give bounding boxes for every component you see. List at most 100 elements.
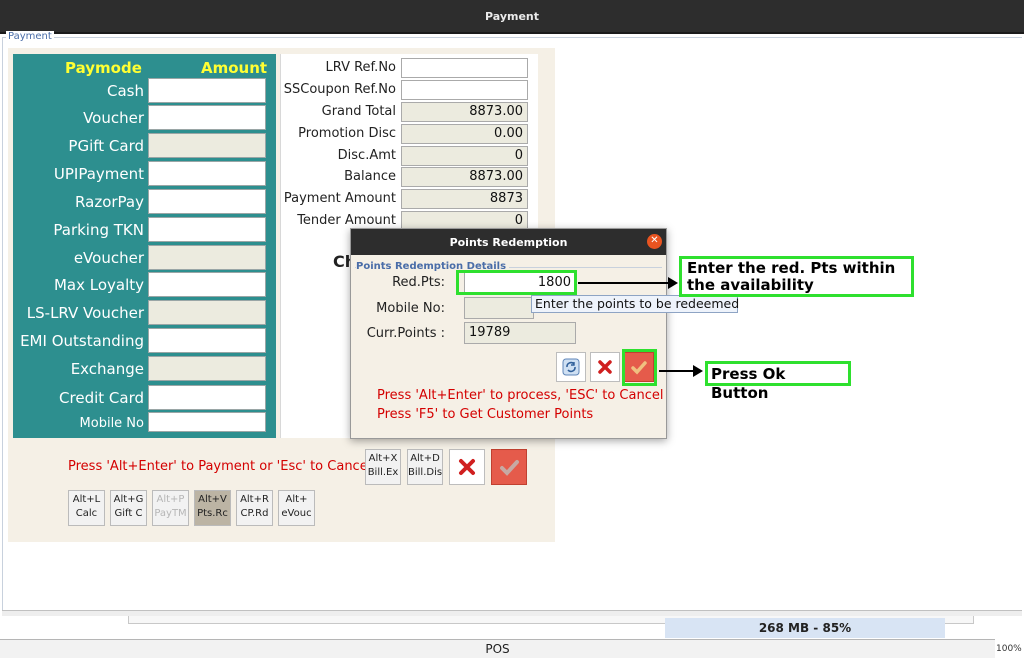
summary-value: 8873.00: [401, 167, 528, 187]
points-redemption-dialog: Points Redemption ✕ Points Redemption De…: [350, 228, 667, 439]
amount-header: Amount: [201, 59, 268, 77]
red-pts-tooltip: Enter the points to be redeemed: [531, 295, 739, 313]
dialog-hint-f5: Press 'F5' to Get Customer Points: [377, 407, 594, 422]
red-pts-highlight: [456, 270, 577, 295]
bill-discount-label: Bill.Dis: [408, 467, 443, 478]
zoom-level: 100%: [996, 644, 1022, 654]
paymode-label: PGift Card: [68, 137, 144, 155]
bill-discount-key: Alt+D: [410, 453, 440, 464]
paymode-amount-input[interactable]: [148, 217, 266, 242]
summary-value: 8873: [401, 189, 528, 209]
paymode-panel: Paymode Amount Cash Voucher PGift Card UPIP…: [13, 54, 276, 438]
panel-bottom-border: [2, 610, 1022, 616]
paymode-amount-input[interactable]: [148, 272, 266, 297]
arrow-head-2: [693, 365, 703, 377]
summary-label: Tender Amount: [297, 213, 396, 228]
summary-value: 8873.00: [401, 102, 528, 122]
shortcut-key: Alt+R: [240, 494, 269, 505]
paymode-amount-input[interactable]: [148, 161, 266, 186]
paymode-amount-input[interactable]: [148, 245, 266, 270]
paymode-amount-input[interactable]: [148, 189, 266, 214]
status-bar: POS: [0, 639, 995, 658]
arrow-line-1: [578, 282, 669, 284]
summary-value: 0: [401, 146, 528, 166]
panel-border-top: [2, 37, 1022, 38]
shortcut-button[interactable]: Alt+P PayTM: [152, 490, 189, 526]
status-app-name: POS: [485, 642, 510, 656]
paymode-amount-input[interactable]: [148, 105, 266, 130]
shortcut-button[interactable]: Alt+R CP.Rd: [236, 490, 273, 526]
paymode-amount-input[interactable]: [148, 133, 266, 158]
panel-border-left: [2, 37, 3, 613]
shortcut-button[interactable]: Alt+V Pts.Rc: [194, 490, 231, 526]
paymode-label: Voucher: [83, 109, 144, 127]
shortcut-label: eVouc: [281, 508, 312, 519]
dialog-close-button[interactable]: ✕: [647, 234, 662, 249]
summary-label: Balance: [344, 169, 396, 184]
shortcut-key: Alt+P: [156, 494, 185, 505]
dialog-cancel-button[interactable]: [590, 352, 620, 382]
red-pts-label: Red.Pts:: [392, 275, 445, 290]
summary-label: Grand Total: [321, 104, 396, 119]
cancel-payment-button[interactable]: [449, 449, 485, 485]
paymode-label: Mobile No: [79, 416, 144, 431]
shortcut-label: CP.Rd: [240, 508, 269, 519]
curr-points-label: Curr.Points :: [366, 326, 445, 341]
summary-input[interactable]: [401, 80, 528, 100]
shortcut-key: Alt+: [285, 494, 308, 505]
shortcut-label: PayTM: [154, 508, 187, 519]
paymode-amount-input[interactable]: [148, 356, 266, 381]
summary-label: Promotion Disc: [298, 126, 396, 141]
mobile-input[interactable]: [464, 297, 534, 319]
memory-indicator: 268 MB - 85%: [665, 618, 945, 638]
paymode-label: LS-LRV Voucher: [26, 304, 144, 322]
paymode-header: Paymode: [65, 59, 142, 77]
paymode-label: EMI Outstanding: [20, 332, 144, 350]
shortcut-label: Calc: [75, 508, 98, 519]
shortcut-label: Gift C: [114, 508, 143, 519]
shortcut-key: Alt+L: [72, 494, 101, 505]
summary-label: LRV Ref.No: [325, 60, 396, 75]
screen: Payment Payment Paymode Amount Cash Vouch…: [0, 0, 1024, 658]
refresh-button[interactable]: [556, 352, 586, 382]
title-bar: Payment: [0, 0, 1024, 34]
callout-ok-button: Press Ok Button: [705, 361, 851, 402]
summary-label: Disc.Amt: [337, 148, 396, 163]
paymode-label: Cash: [107, 82, 144, 100]
bill-discount-button[interactable]: Alt+D Bill.Dis: [407, 449, 443, 485]
summary-input[interactable]: [401, 58, 528, 78]
bill-exchange-button[interactable]: Alt+X Bill.Ex: [365, 449, 401, 485]
paymode-amount-input[interactable]: [148, 328, 266, 353]
shortcut-button[interactable]: Alt+ eVouc: [278, 490, 315, 526]
dialog-title-bar: Points Redemption ✕: [351, 229, 666, 255]
paymode-label: Exchange: [70, 360, 144, 378]
paymode-amount-input[interactable]: [148, 412, 266, 432]
dialog-title: Points Redemption: [449, 236, 568, 249]
summary-label: Payment Amount: [283, 191, 396, 206]
shortcut-button[interactable]: Alt+G Gift C: [110, 490, 147, 526]
payment-hint: Press 'Alt+Enter' to Payment or 'Esc' to…: [68, 459, 372, 474]
paymode-label: RazorPay: [75, 193, 144, 211]
mobile-label: Mobile No:: [376, 301, 445, 316]
close-icon: [459, 459, 475, 475]
shortcut-button[interactable]: Alt+L Calc: [68, 490, 105, 526]
arrow-line-2: [659, 370, 695, 372]
paymode-label: Credit Card: [59, 389, 144, 407]
close-icon: ✕: [650, 235, 659, 246]
curr-points-value: 19789: [464, 322, 576, 344]
callout-red-pts: Enter the red. Pts within the availabili…: [679, 256, 914, 297]
summary-label: SSCoupon Ref.No: [283, 82, 396, 97]
bill-exchange-label: Bill.Ex: [367, 467, 399, 478]
paymode-label: Max Loyalty: [53, 276, 144, 294]
bill-exchange-key: Alt+X: [368, 453, 398, 464]
ok-highlight: [622, 349, 657, 386]
close-icon: [598, 360, 612, 374]
paymode-amount-input[interactable]: [148, 300, 266, 325]
dialog-hint-process: Press 'Alt+Enter' to process, 'ESC' to C…: [377, 388, 664, 403]
paymode-amount-input[interactable]: [148, 78, 266, 103]
confirm-payment-button[interactable]: [491, 449, 527, 485]
shortcut-label: Pts.Rc: [197, 508, 228, 519]
paymode-amount-input[interactable]: [148, 385, 266, 410]
summary-value: 0.00: [401, 124, 528, 144]
shortcut-key: Alt+G: [113, 494, 144, 505]
